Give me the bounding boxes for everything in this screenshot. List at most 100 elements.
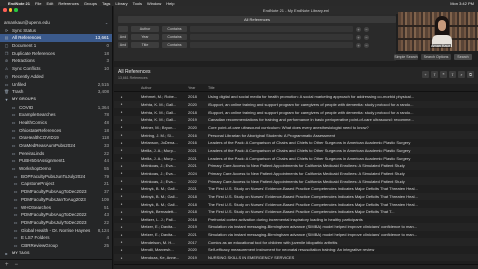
group-item[interactable]: ▭ COVID 1,364 (0, 104, 112, 112)
remove-row-icon[interactable]: − (364, 34, 369, 40)
read-status-icon[interactable]: ● (114, 187, 123, 191)
col-year[interactable]: Year (188, 86, 208, 90)
table-row[interactable]: ● Meilla, J. A.; Murp... 2021 Leaders of th… (114, 146, 478, 155)
search-operator[interactable]: And (118, 34, 128, 40)
read-status-icon[interactable]: ● (114, 148, 123, 152)
add-reference-icon[interactable]: + (422, 71, 429, 78)
group-item[interactable]: ▭ CapstoneProject 21 (0, 180, 112, 188)
open-url-icon[interactable]: ⧉ (467, 71, 474, 78)
search-term-input[interactable] (190, 34, 353, 40)
menu-references[interactable]: References (58, 1, 78, 6)
group-item[interactable]: ▭ PereiraLinds 22 (0, 150, 112, 158)
my-groups-heading[interactable]: ▾ MY GROUPS (0, 96, 112, 104)
sidebar-item-unfiled[interactable]: ▭ Unfiled 2,515 (0, 81, 112, 89)
menu-help[interactable]: Help (166, 1, 174, 6)
group-item[interactable]: ▭ Global Health - Dr. Norrise Haynes 8,124 (0, 227, 112, 235)
read-status-icon[interactable]: ● (114, 102, 123, 106)
search-condition-select[interactable]: Contains (162, 34, 187, 40)
add-group-icon[interactable]: + (5, 262, 9, 268)
table-row[interactable]: ● Melnyk, B. M.; Gall... 2018 The First U.S… (114, 200, 478, 208)
menu-library[interactable]: Library (115, 1, 127, 6)
find-pdf-icon[interactable]: ⌕ (458, 71, 465, 78)
sidebar-item-duplicate-references[interactable]: ❐ Duplicate References 18 (0, 50, 112, 58)
group-item[interactable]: ▭ PDMFacultyPubsJanToAug2023 109 (0, 196, 112, 204)
menu-tags[interactable]: Tags (102, 1, 110, 6)
col-author[interactable]: Author (141, 86, 188, 90)
remove-group-icon[interactable]: − (15, 262, 19, 268)
read-status-icon[interactable]: ● (114, 141, 123, 145)
group-item[interactable]: ▭ WHOSearches 51 (0, 204, 112, 212)
sidebar-item-all-references[interactable]: ▤ All References 13,661 (0, 34, 112, 43)
simple-search-button[interactable]: Simple Search (394, 54, 418, 60)
share-icon[interactable]: ⇧ (449, 71, 456, 78)
group-item[interactable]: ▭ E LS7 Folders 4 (0, 234, 112, 242)
table-row[interactable]: ● Mendoza, Ke, Anne... 2019 NURSING SKILLS … (114, 253, 478, 262)
search-term-input[interactable] (190, 26, 353, 32)
search-button[interactable]: Search (454, 54, 472, 60)
group-item[interactable]: ▭ CBRReviewGroup 25 (0, 242, 112, 250)
sidebar-item-retractions[interactable]: ⊘ Retractions 3 (0, 57, 112, 65)
table-row[interactable]: ● Meiring, J. M.; Sl... 2016 Personal Libra… (114, 131, 478, 139)
read-status-icon[interactable]: ● (114, 179, 123, 183)
read-status-icon[interactable]: ● (114, 233, 123, 237)
read-status-icon[interactable]: ● (114, 164, 123, 168)
sidebar-item-recently-added[interactable]: ◷ Recently Added (0, 73, 112, 81)
group-item[interactable]: ▭ PUBH504Assignment1 44 (0, 157, 112, 165)
search-condition-select[interactable]: Contains (162, 42, 187, 48)
col-title[interactable]: Title (208, 86, 478, 90)
read-status-icon[interactable]: ● (114, 125, 123, 129)
table-row[interactable]: ● Melzer, E.; Davita... 2021 Simulation via… (114, 231, 478, 239)
table-row[interactable]: ● Meinkoas, J.; Eva... 2021 Primary Care Ac… (114, 161, 478, 170)
table-row[interactable]: ● Melnyk, B. M.; Gall... 2021 The First U.S… (114, 185, 478, 193)
table-row[interactable]: ● Meltzer, L. J.; Pall... 2018 Prefrontal c… (114, 216, 478, 224)
search-options-button[interactable]: Search Options (421, 54, 451, 60)
sidebar-account[interactable]: amankaur@upenn.edu ⌄ (0, 19, 112, 27)
read-status-icon[interactable]: ● (114, 217, 123, 221)
sidebar-item-trash[interactable]: 🗑 Trash 3,408 (0, 88, 112, 96)
search-field-select[interactable]: Year (131, 34, 159, 40)
read-status-icon[interactable]: ● (114, 133, 123, 137)
search-scope[interactable]: All References (118, 16, 396, 23)
menu-tools[interactable]: Tools (133, 1, 142, 6)
read-status-icon[interactable]: ● (114, 202, 123, 206)
zoom-window-button[interactable] (14, 8, 18, 12)
my-tags-heading[interactable]: ▸ MY TAGS (0, 250, 112, 258)
horizontal-scrollbar[interactable] (114, 264, 478, 269)
table-row[interactable]: ● Mehmet, M.; Robe... 2018 Using digital an… (114, 93, 478, 101)
group-item[interactable]: ▭ HealthComics 48 (0, 119, 112, 127)
menu-edit[interactable]: Edit (46, 1, 53, 6)
group-item[interactable]: ▭ PDMFacultyPubsAugToDec2023 37 (0, 188, 112, 196)
add-row-icon[interactable]: + (356, 34, 361, 40)
table-row[interactable]: ● Mehta, K. M.; Gall... 2020 iSupport, an o… (114, 100, 478, 109)
read-status-icon[interactable]: ● (114, 240, 123, 244)
group-item[interactable]: ▭ PDMFacultyPubsAugToDec2022 43 (0, 211, 112, 219)
read-status-icon[interactable]: ● (114, 110, 123, 114)
read-status-icon[interactable]: ● (114, 248, 123, 252)
menu-groups[interactable]: Groups (84, 1, 97, 6)
remove-row-icon[interactable]: − (364, 42, 369, 48)
table-row[interactable]: ● Melanson, JoDena... 2016 Leaders of the P… (114, 139, 478, 147)
group-item[interactable]: ▭ BOPFacultyPubsJunToJuly2024 79 (0, 173, 112, 181)
table-row[interactable]: ● Melzer, E.; Davita... 2019 Simulation via… (114, 223, 478, 231)
table-row[interactable]: ● Mendli, Marvesh... 2020 Self-efficacy mea… (114, 246, 478, 254)
search-term-input[interactable] (190, 42, 353, 48)
read-status-icon[interactable]: ● (114, 95, 123, 99)
table-row[interactable]: ● Meilla, J. A.; Murp... 2021 Leaders of th… (114, 154, 478, 162)
table-row[interactable]: ● Meinkoas, J.; Eva... 2024 Primary Care Ac… (114, 170, 478, 178)
read-status-icon[interactable]: ● (114, 118, 123, 122)
group-item[interactable]: ▭ PDMFacultyPubsJulyToDec2023 22 (0, 219, 112, 227)
read-status-icon[interactable]: ● (114, 171, 123, 175)
add-row-icon[interactable]: + (356, 26, 361, 32)
sidebar-item-document-1[interactable]: ▢ Document 1 0 (0, 42, 112, 50)
close-window-button[interactable] (3, 8, 7, 12)
group-item[interactable]: ▭ OraMedReasAumPubs2024 33 (0, 142, 112, 150)
search-field-select[interactable]: Title (131, 42, 159, 48)
read-status-icon[interactable]: ● (114, 194, 123, 198)
menu-file[interactable]: File (35, 1, 41, 6)
table-row[interactable]: ● Meinkoas, J.; Eva... 2022 Primary Care Ac… (114, 177, 478, 185)
sidebar-item-sync-conflicts[interactable]: ⚠ Sync Conflicts 10 (0, 65, 112, 73)
table-row[interactable]: ● Melnyk, Bernadett... 2018 The First U.S. … (114, 207, 478, 216)
read-status-icon[interactable]: ● (114, 256, 123, 260)
table-row[interactable]: ● Meiner, M.; Bryon... 2020 Core point-of-c… (114, 124, 478, 132)
remove-row-icon[interactable]: − (364, 26, 369, 32)
